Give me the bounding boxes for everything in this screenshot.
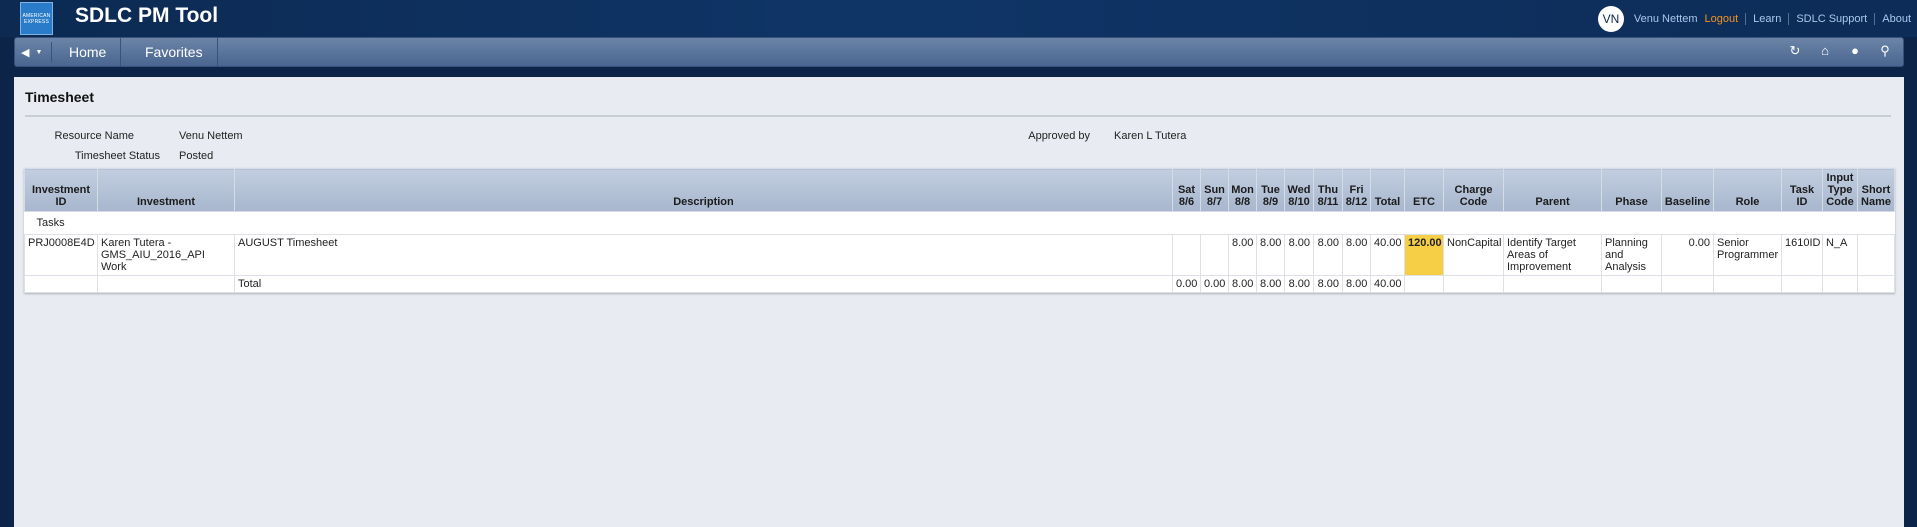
totals-empty-3 [1404, 275, 1444, 293]
nav-favorites[interactable]: Favorites [131, 38, 218, 66]
totals-label: Total [234, 275, 1173, 293]
about-link[interactable]: About [1875, 13, 1917, 25]
top-banner: AMERICAN EXPRESS SDLC PM Tool VN Venu Ne… [0, 0, 1917, 37]
home-icon[interactable]: ⌂ [1817, 43, 1833, 59]
cell-parent: Identify Target Areas of Improvement [1503, 234, 1602, 276]
approved-by-value: Karen L Tutera [1114, 130, 1187, 142]
cell-total: 40.00 [1370, 234, 1405, 276]
page-title: Timesheet [25, 89, 94, 105]
col-baseline[interactable]: Baseline [1661, 168, 1714, 212]
sdlc-support-link[interactable]: SDLC Support [1789, 12, 1876, 25]
group-label: Tasks [24, 211, 1895, 235]
totals-empty-6 [1601, 275, 1662, 293]
cell-wed[interactable]: 8.00 [1284, 234, 1314, 276]
resource-name-value: Venu Nettem [179, 130, 243, 142]
col-description[interactable]: Description [234, 168, 1173, 212]
table-row[interactable]: PRJ0008E4D Karen Tutera - GMS_AIU_2016_A… [24, 234, 1895, 276]
cell-fri[interactable]: 8.00 [1342, 234, 1371, 276]
title-divider [25, 115, 1891, 117]
timesheet-table: Investment ID Investment Description Sat… [24, 168, 1895, 293]
timesheet-status-label: Timesheet Status [74, 150, 160, 162]
app-title: SDLC PM Tool [75, 4, 219, 27]
col-phase[interactable]: Phase [1601, 168, 1662, 212]
cell-etc[interactable]: 120.00 [1404, 234, 1444, 276]
user-area: VN Venu Nettem Logout Learn SDLC Support… [1597, 0, 1917, 37]
totals-tue: 8.00 [1256, 275, 1285, 293]
table-header-row: Investment ID Investment Description Sat… [24, 168, 1895, 212]
chevron-down-icon[interactable]: ▼ [35, 49, 42, 56]
col-total[interactable]: Total [1370, 168, 1405, 212]
cell-short-name [1857, 234, 1895, 276]
cell-phase: Planning and Analysis [1601, 234, 1662, 276]
col-investment[interactable]: Investment [97, 168, 235, 212]
cell-tue[interactable]: 8.00 [1256, 234, 1285, 276]
totals-mon: 8.00 [1228, 275, 1257, 293]
totals-empty-2 [97, 275, 235, 293]
totals-total: 40.00 [1370, 275, 1405, 293]
back-button[interactable]: ◀ ▼ [21, 42, 52, 62]
totals-empty-4 [1443, 275, 1504, 293]
timesheet-status-value: Posted [179, 150, 214, 162]
totals-empty-9 [1781, 275, 1823, 293]
brand-logo[interactable]: AMERICAN EXPRESS [20, 2, 53, 35]
col-thu[interactable]: Thu 8/11 [1313, 168, 1343, 212]
cell-investment-id[interactable]: PRJ0008E4D [24, 234, 98, 276]
col-wed[interactable]: Wed 8/10 [1284, 168, 1314, 212]
nav-bar: ◀ ▼ Home Favorites ↻ ⌂ ● ⚲ [14, 37, 1904, 67]
col-fri[interactable]: Fri 8/12 [1342, 168, 1371, 212]
refresh-icon[interactable]: ↻ [1787, 43, 1803, 59]
col-tue[interactable]: Tue 8/9 [1256, 168, 1285, 212]
col-investment-id[interactable]: Investment ID [24, 168, 98, 212]
logout-link[interactable]: Logout [1705, 12, 1747, 25]
cell-mon[interactable]: 8.00 [1228, 234, 1257, 276]
resource-name-label: Resource Name [54, 130, 134, 142]
user-name[interactable]: Venu Nettem [1634, 13, 1705, 25]
col-etc[interactable]: ETC [1404, 168, 1444, 212]
totals-empty-5 [1503, 275, 1602, 293]
cell-investment[interactable]: Karen Tutera - GMS_AIU_2016_API Work [97, 234, 235, 276]
cell-description[interactable]: AUGUST Timesheet [234, 234, 1173, 276]
totals-empty-1 [24, 275, 98, 293]
approved-by-label: Approved by [1028, 130, 1090, 142]
col-task-id[interactable]: Task ID [1781, 168, 1823, 212]
totals-empty-7 [1661, 275, 1714, 293]
col-charge-code[interactable]: Charge Code [1443, 168, 1504, 212]
nav-toolbar: ↻ ⌂ ● ⚲ [1787, 43, 1893, 59]
totals-row: Total 0.00 0.00 8.00 8.00 8.00 8.00 8.00… [24, 275, 1895, 293]
col-input-type-code[interactable]: Input Type Code [1822, 168, 1858, 212]
cell-task-id: 1610ID [1781, 234, 1823, 276]
content-area: Timesheet Resource Name Venu Nettem Appr… [14, 77, 1904, 527]
col-parent[interactable]: Parent [1503, 168, 1602, 212]
totals-empty-11 [1857, 275, 1895, 293]
totals-empty-10 [1822, 275, 1858, 293]
totals-fri: 8.00 [1342, 275, 1371, 293]
cell-sun[interactable] [1200, 234, 1229, 276]
back-arrow-icon: ◀ [21, 46, 30, 59]
col-mon[interactable]: Mon 8/8 [1228, 168, 1257, 212]
totals-wed: 8.00 [1284, 275, 1314, 293]
col-sun[interactable]: Sun 8/7 [1200, 168, 1229, 212]
totals-sun: 0.00 [1200, 275, 1229, 293]
col-role[interactable]: Role [1713, 168, 1782, 212]
help-icon[interactable]: ● [1847, 43, 1863, 59]
search-icon[interactable]: ⚲ [1877, 43, 1893, 59]
col-sat[interactable]: Sat 8/6 [1172, 168, 1201, 212]
totals-thu: 8.00 [1313, 275, 1343, 293]
cell-input-type-code: N_A [1822, 234, 1858, 276]
cell-baseline: 0.00 [1661, 234, 1714, 276]
group-row-tasks: Tasks [24, 211, 1895, 235]
brand-logo-text: AMERICAN EXPRESS [22, 12, 51, 25]
cell-role: Senior Programmer [1713, 234, 1782, 276]
totals-empty-8 [1713, 275, 1782, 293]
col-short-name[interactable]: Short Name [1857, 168, 1895, 212]
cell-sat[interactable] [1172, 234, 1201, 276]
cell-thu[interactable]: 8.00 [1313, 234, 1343, 276]
learn-link[interactable]: Learn [1746, 12, 1790, 25]
avatar[interactable]: VN [1597, 5, 1624, 32]
cell-charge-code: NonCapital [1443, 234, 1504, 276]
nav-home[interactable]: Home [55, 38, 122, 66]
totals-sat: 0.00 [1172, 275, 1201, 293]
